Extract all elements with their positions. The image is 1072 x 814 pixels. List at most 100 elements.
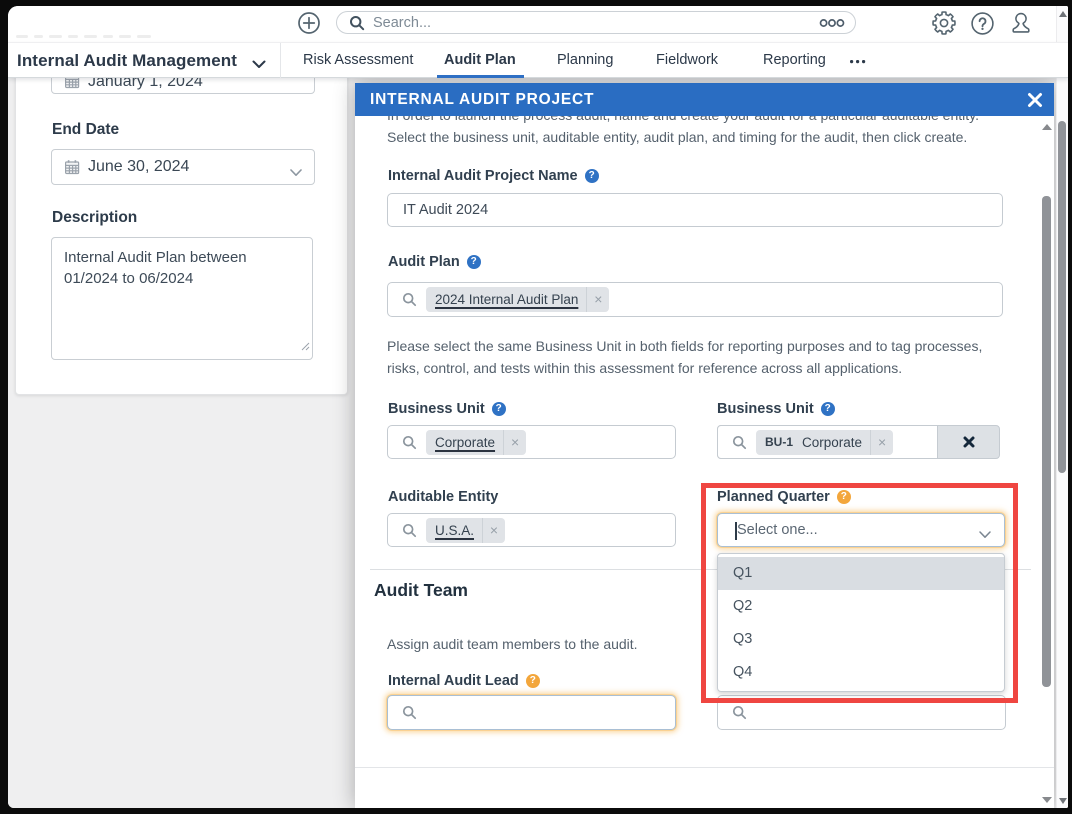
search-placeholder: Search... (373, 14, 432, 31)
note-text-line: Please select the same Business Unit in … (387, 338, 983, 354)
calendar-icon (64, 78, 80, 89)
modal-header: INTERNAL AUDIT PROJECT (355, 83, 1054, 116)
business-unit-right-label: Business Unit ? (717, 400, 835, 418)
annotation-highlight-box (701, 483, 1018, 703)
internal-audit-lead-input[interactable] (387, 695, 676, 730)
audit-plan-card: January 1, 2024 End Date June 30, 2024 D… (15, 78, 348, 395)
end-date-value: June 30, 2024 (88, 158, 190, 175)
start-date-field[interactable]: January 1, 2024 (51, 78, 315, 94)
screen: Search... Internal Audit Management Risk… (0, 0, 1072, 814)
search-icon (402, 435, 417, 450)
chip-text: Corporate (802, 434, 863, 450)
module-selector[interactable]: Internal Audit Management (17, 43, 237, 78)
audit-team-description: Assign audit team members to the audit. (387, 636, 638, 652)
auditable-entity-label: Auditable Entity (388, 488, 498, 506)
remove-chip-icon[interactable]: × (504, 430, 526, 455)
close-icon[interactable] (1027, 92, 1043, 108)
app-window: Search... Internal Audit Management Risk… (8, 6, 1068, 808)
chevron-down-icon (290, 164, 302, 182)
description-label: Description (52, 209, 138, 226)
chevron-down-icon[interactable] (252, 56, 266, 74)
remove-chip-icon[interactable]: × (871, 430, 893, 455)
search-icon (732, 705, 747, 720)
content-area: January 1, 2024 End Date June 30, 2024 D… (8, 78, 1068, 808)
page-scroll-down-icon[interactable] (1059, 798, 1067, 804)
modal-intro: In order to launch the process audit, na… (387, 116, 1007, 148)
modal-scroll-up-icon[interactable] (1042, 124, 1052, 130)
auditable-entity-select[interactable]: U.S.A. × (387, 513, 676, 547)
auditable-entity-chip[interactable]: U.S.A. × (426, 517, 506, 543)
help-icon[interactable] (971, 12, 994, 40)
nav-separator (280, 43, 281, 78)
project-name-label: Internal Audit Project Name ? (388, 167, 599, 185)
global-search[interactable]: Search... (336, 11, 856, 34)
business-unit-left-label: Business Unit ? (388, 400, 506, 418)
add-icon[interactable] (298, 12, 320, 39)
business-unit-right-select[interactable]: BU-1 Corporate × (717, 425, 938, 459)
audit-plan-label: Audit Plan ? (388, 253, 481, 271)
tab-fieldwork[interactable]: Fieldwork (656, 43, 718, 78)
tab-audit-plan[interactable]: Audit Plan (444, 43, 516, 78)
settings-gear-icon[interactable] (932, 11, 956, 40)
resize-handle-icon[interactable] (300, 336, 310, 357)
modal-scrollbar-thumb[interactable] (1042, 196, 1051, 687)
note-text-line: risks, control, and tests within this as… (387, 359, 903, 376)
clear-selection-button[interactable] (938, 425, 1000, 459)
tab-risk-assessment[interactable]: Risk Assessment (303, 43, 413, 78)
search-icon (402, 292, 417, 307)
description-text-line: 01/2024 to 06/2024 (64, 270, 194, 287)
remove-chip-icon[interactable]: × (483, 518, 505, 543)
end-date-field[interactable]: June 30, 2024 (51, 149, 315, 185)
page-scrollbar-thumb[interactable] (1058, 121, 1066, 473)
start-date-value: January 1, 2024 (88, 78, 203, 90)
chip-text[interactable]: U.S.A. (435, 523, 474, 538)
help-icon[interactable]: ? (820, 402, 835, 416)
project-name-input[interactable]: IT Audit 2024 (387, 193, 1003, 227)
search-options-icon[interactable] (819, 18, 845, 28)
help-icon[interactable]: ? (491, 402, 506, 416)
internal-audit-lead-label: Internal Audit Lead ? (388, 672, 540, 690)
tab-reporting[interactable]: Reporting (763, 43, 826, 78)
audit-plan-select[interactable]: 2024 Internal Audit Plan × (387, 282, 1003, 317)
business-unit-ref-chip[interactable]: BU-1 Corporate × (756, 429, 894, 455)
label-text: Audit Plan (388, 254, 460, 270)
active-tab-underline (437, 75, 524, 78)
remove-chip-icon[interactable]: × (587, 287, 609, 312)
search-icon (402, 705, 417, 720)
intro-text-line: In order to launch the process audit, na… (387, 116, 1007, 127)
modal-scroll-down-icon[interactable] (1042, 797, 1052, 803)
calendar-icon (64, 159, 80, 175)
label-text: Business Unit (717, 401, 814, 417)
description-text-line: Internal Audit Plan between (64, 249, 247, 266)
footer-divider (355, 767, 1054, 768)
chip-text[interactable]: 2024 Internal Audit Plan (435, 292, 578, 307)
tab-overflow[interactable] (850, 59, 866, 64)
search-icon (402, 523, 417, 538)
end-date-label: End Date (52, 121, 120, 138)
input-value: IT Audit 2024 (403, 202, 489, 218)
user-icon[interactable] (1009, 11, 1033, 40)
help-icon[interactable]: ? (584, 169, 599, 183)
business-unit-left-select[interactable]: Corporate × (387, 425, 676, 459)
audit-team-heading: Audit Team (374, 580, 468, 600)
business-unit-chip[interactable]: Corporate × (426, 429, 527, 455)
modal-body: In order to launch the process audit, na… (355, 116, 1054, 808)
label-text: Internal Audit Project Name (388, 168, 578, 184)
business-unit-right-group: BU-1 Corporate × (717, 425, 1000, 459)
page-scrollbar[interactable] (1056, 6, 1068, 808)
audit-plan-chip[interactable]: 2024 Internal Audit Plan × (426, 287, 610, 312)
help-icon[interactable]: ? (466, 255, 481, 269)
chip-text[interactable]: Corporate (435, 435, 495, 450)
tab-planning[interactable]: Planning (557, 43, 613, 78)
description-textarea[interactable]: Internal Audit Plan between 01/2024 to 0… (51, 237, 313, 360)
help-icon[interactable]: ? (525, 674, 540, 688)
topbar: Search... (8, 6, 1068, 42)
navbar: Internal Audit Management Risk Assessmen… (8, 42, 1068, 78)
page-scroll-up-icon[interactable] (1059, 11, 1067, 17)
business-unit-note: Please select the same Business Unit in … (387, 336, 1007, 379)
modal-title: INTERNAL AUDIT PROJECT (370, 90, 595, 108)
chip-code-text: BU-1 (765, 435, 794, 449)
intro-text-line: Select the business unit, auditable enti… (387, 128, 968, 145)
label-text: Internal Audit Lead (388, 673, 519, 689)
search-icon (732, 435, 747, 450)
